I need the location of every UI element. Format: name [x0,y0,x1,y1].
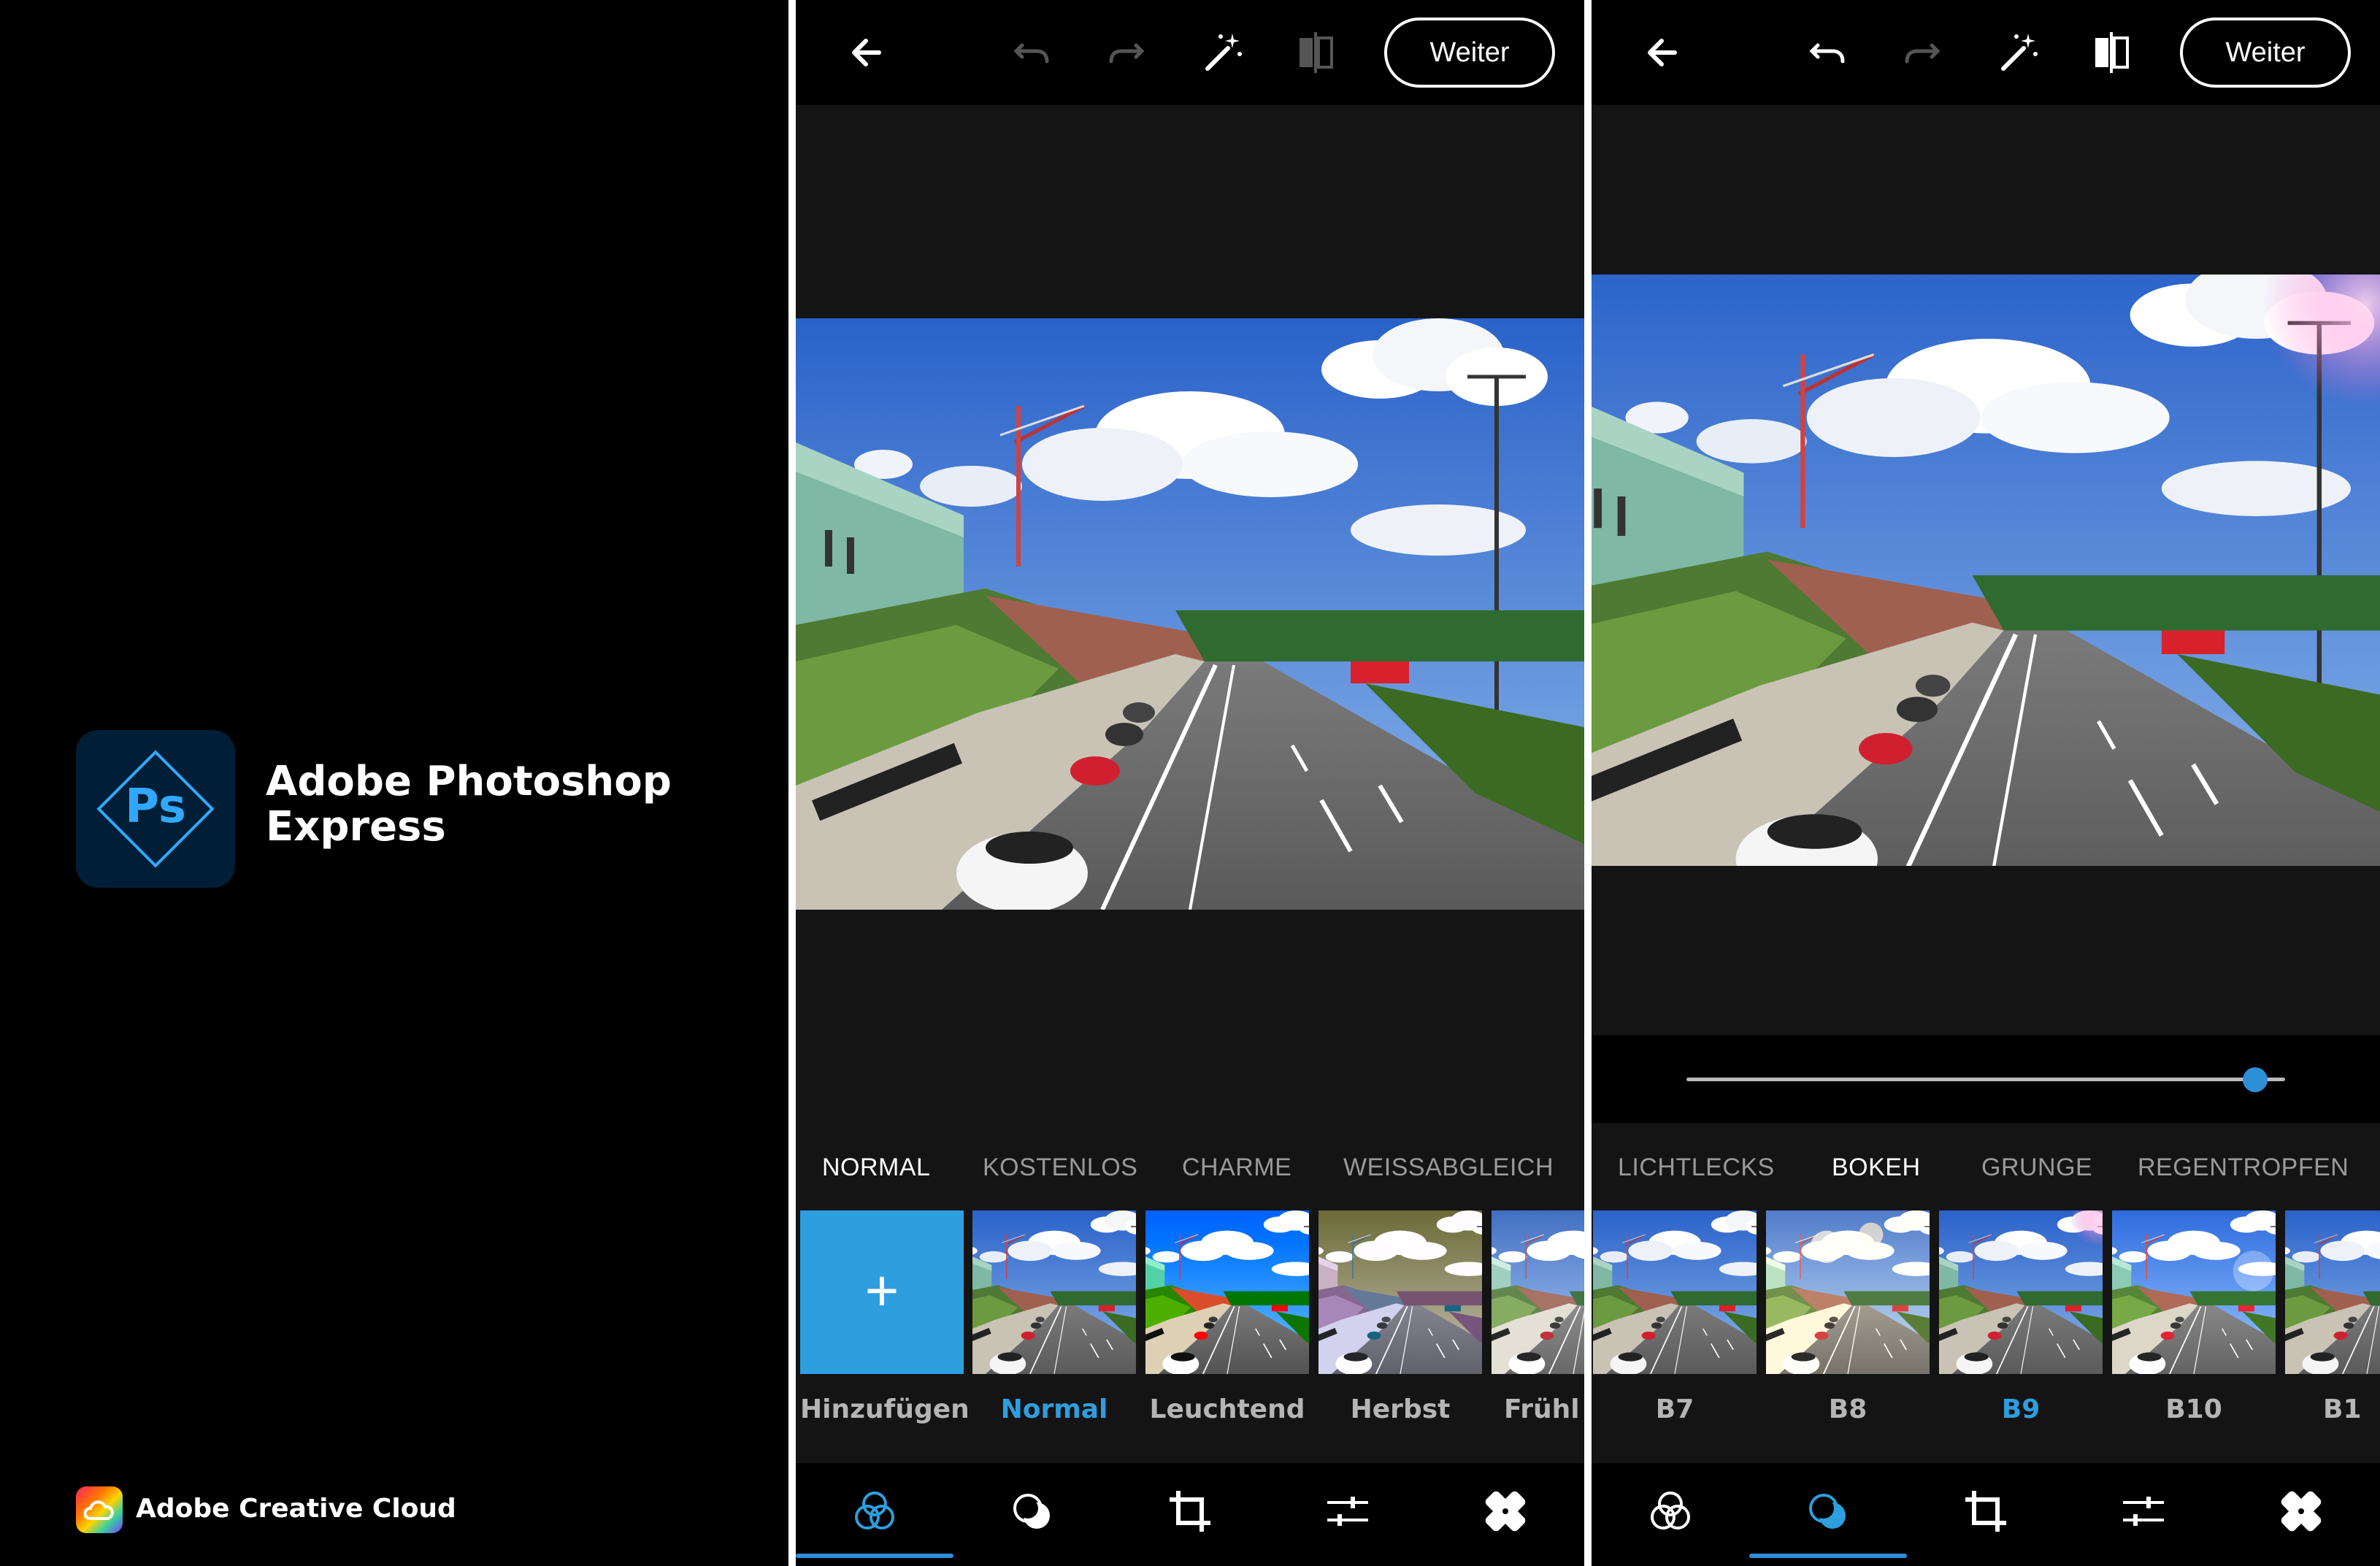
slider-thumb[interactable] [2243,1067,2268,1092]
magic-wand-icon[interactable] [1992,26,2044,79]
filter-categories: NORMAL KOSTENLOS CHARME WEISSABGLEICH [796,1123,1584,1210]
category-tab[interactable]: BOKEH [1832,1154,1921,1182]
photo-preview[interactable] [1592,275,2380,866]
filter-thumbnail[interactable] [1145,1210,1309,1374]
looks-icon[interactable] [1644,1485,1697,1538]
add-filter-button[interactable]: + [800,1210,964,1374]
magic-wand-icon[interactable] [1196,26,1248,79]
creative-cloud-icon [76,1486,123,1533]
filter-label: B10 [2165,1394,2222,1424]
screen-divider [788,0,796,1566]
filter-label: Normal [1000,1394,1108,1424]
active-tab-indicator [1749,1554,1907,1558]
category-tab[interactable]: GRUNGE [1981,1154,2092,1182]
top-toolbar: Weiter [796,0,1584,105]
category-tab[interactable]: NORMAL [822,1154,930,1182]
filter-thumbnail[interactable] [972,1210,1136,1374]
undo-icon[interactable] [1800,26,1853,79]
app-title: Adobe Photoshop Express [266,759,672,850]
filter-label: B8 [1828,1394,1867,1424]
filter-categories: LICHTLECKS BOKEH GRUNGE REGENTROPFEN [1592,1123,2380,1210]
compare-icon[interactable] [1289,26,1342,79]
intensity-slider[interactable] [1592,1035,2380,1123]
crop-icon[interactable] [1164,1485,1216,1538]
adjust-icon[interactable] [1321,1485,1374,1538]
category-tab[interactable]: WEISSABGLEICH [1343,1154,1554,1182]
photoshop-express-logo-icon: Ps [76,730,235,888]
phone-screen-overlays: Weiter LICHTLECKS BOKEH GRUNGE REGENTROP… [1592,0,2380,1566]
filter-label: Frühl [1504,1394,1580,1424]
filter-thumbnails: + Hinzufügen Normal Leuchtend Herbst Frü… [796,1210,1584,1463]
filter-label: Hinzufügen [800,1394,970,1424]
undo-icon[interactable] [1005,26,1057,79]
filter-label: B9 [2001,1394,2041,1424]
image-canvas [796,105,1584,1123]
filter-thumbnail[interactable] [2285,1210,2380,1374]
overlays-icon[interactable] [1006,1485,1059,1538]
overlays-icon[interactable] [1802,1485,1854,1538]
redo-icon[interactable] [1897,26,1949,79]
filter-thumbnail[interactable] [1939,1210,2103,1374]
category-tab[interactable]: KOSTENLOS [983,1154,1137,1182]
filter-thumbnail[interactable] [1318,1210,1482,1374]
filter-label: B7 [1655,1394,1694,1424]
adjust-icon[interactable] [2117,1485,2170,1538]
compare-icon[interactable] [2085,26,2138,79]
category-tab[interactable]: REGENTROPFEN [2138,1154,2349,1182]
arrow-left-icon[interactable] [841,26,894,79]
filter-thumbnails: B7 B8 B9 B10 B1 [1592,1210,2380,1463]
heal-icon[interactable] [2275,1485,2327,1538]
heal-icon[interactable] [1479,1485,1532,1538]
category-tab[interactable]: LICHTLECKS [1618,1154,1775,1182]
filter-label: B1 [2323,1394,2362,1424]
filter-thumbnail[interactable] [1766,1210,1930,1374]
bottom-tool-bar [1592,1463,2380,1566]
screen-divider [1584,0,1592,1566]
filter-label: Leuchtend [1149,1394,1305,1424]
next-button[interactable]: Weiter [1384,18,1555,88]
filter-thumbnail[interactable] [1593,1210,1757,1374]
filter-label: Herbst [1350,1394,1451,1424]
arrow-left-icon[interactable] [1637,26,1689,79]
logo-text: Ps [125,780,186,834]
image-canvas [1592,105,2380,1035]
filter-thumbnail[interactable] [1492,1210,1584,1374]
next-button[interactable]: Weiter [2180,18,2351,88]
category-tab[interactable]: CHARME [1182,1154,1291,1182]
looks-icon[interactable] [848,1485,901,1538]
bottom-tool-bar [796,1463,1584,1566]
filter-thumbnail[interactable] [2112,1210,2276,1374]
phone-screen-looks: Weiter NORMAL KOSTENLOS CHARME WEISSABGL… [796,0,1584,1566]
plus-icon: + [864,1258,899,1323]
brand-panel: Ps Adobe Photoshop Express Adobe Creativ… [0,0,788,1566]
top-toolbar: Weiter [1592,0,2380,105]
redo-icon[interactable] [1101,26,1153,79]
app-title-line1: Adobe Photoshop [266,758,672,805]
creative-cloud-label: Adobe Creative Cloud [136,1494,456,1524]
slider-track[interactable] [1686,1078,2285,1081]
photo-preview[interactable] [796,318,1584,910]
active-tab-indicator [796,1554,953,1558]
crop-icon[interactable] [1959,1485,2012,1538]
app-title-line2: Express [266,803,446,851]
